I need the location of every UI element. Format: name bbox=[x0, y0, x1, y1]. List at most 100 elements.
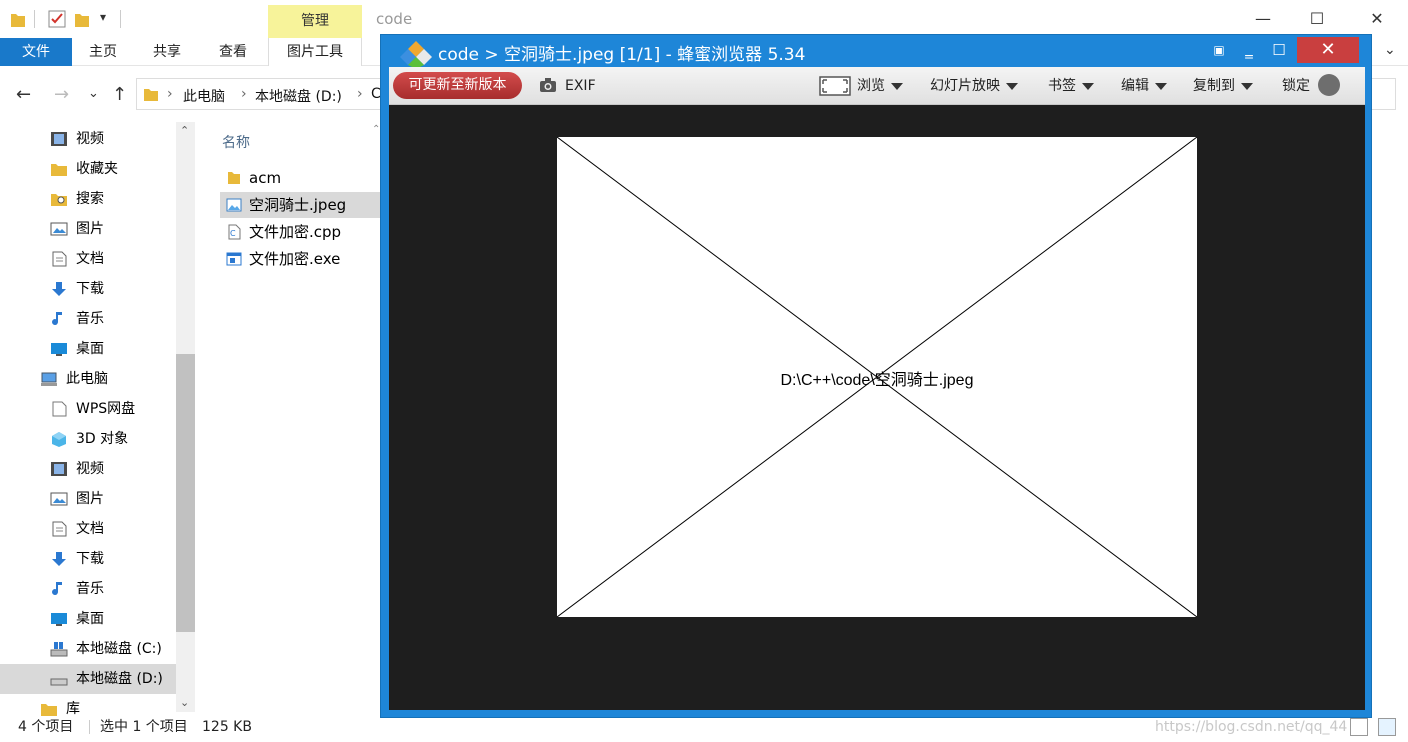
item-count: 4 个项目 bbox=[18, 719, 74, 735]
edit-menu[interactable]: 编辑 bbox=[1121, 67, 1167, 105]
new-folder-icon[interactable] bbox=[74, 10, 90, 28]
nav-item-16[interactable]: 音乐 bbox=[0, 574, 176, 604]
file-name: acm bbox=[249, 169, 282, 187]
exe-file-icon bbox=[226, 252, 242, 266]
navigation-pane: 视频 收藏夹 搜索 图片 文档 下载 音乐 桌面 此电脑 WPS网盘 3D 对象 视频 图片 文档 下载 音乐… bbox=[0, 122, 196, 717]
forward-arrow-icon[interactable]: → bbox=[54, 84, 69, 105]
video-icon bbox=[51, 462, 67, 476]
nav-item-label: 文档 bbox=[76, 521, 104, 537]
nav-item-label: 桌面 bbox=[76, 341, 104, 357]
nav-item-9[interactable]: 此电脑 bbox=[0, 364, 176, 394]
folder-icon bbox=[228, 172, 240, 184]
breadcrumb-chevron-icon[interactable]: › bbox=[357, 86, 363, 102]
tab-share[interactable]: 共享 bbox=[144, 38, 190, 66]
computer-icon bbox=[41, 372, 57, 386]
nav-item-label: 图片 bbox=[76, 221, 104, 237]
browse-menu[interactable]: 浏览 bbox=[857, 67, 903, 105]
nav-item-11[interactable]: 3D 对象 bbox=[0, 424, 176, 454]
download-icon bbox=[52, 282, 66, 296]
scroll-down-icon[interactable]: ⌄ bbox=[180, 696, 189, 709]
nav-item-2[interactable]: 收藏夹 bbox=[0, 154, 176, 184]
scroll-up-icon[interactable]: ⌃ bbox=[180, 124, 189, 137]
viewer-maximize-button[interactable]: ☐ bbox=[1261, 37, 1297, 63]
nav-item-6[interactable]: 下载 bbox=[0, 274, 176, 304]
minimize-button[interactable]: — bbox=[1240, 6, 1286, 32]
details-view-icon[interactable] bbox=[1350, 718, 1368, 736]
copy-to-menu[interactable]: 复制到 bbox=[1193, 67, 1253, 105]
folder-icon bbox=[11, 14, 25, 27]
nav-item-19[interactable]: 本地磁盘 (D:) bbox=[0, 664, 176, 694]
file-row[interactable]: C 文件加密.cpp bbox=[220, 219, 382, 245]
broken-image-placeholder: D:\C++\code\空洞骑士.jpeg bbox=[557, 137, 1197, 617]
file-row[interactable]: acm bbox=[220, 165, 382, 191]
up-arrow-icon[interactable]: ↑ bbox=[112, 84, 127, 105]
breadcrumb-chevron-icon[interactable]: › bbox=[167, 86, 173, 102]
recent-chevron-icon[interactable]: ⌄ bbox=[88, 86, 99, 101]
dropdown-caret-icon bbox=[1155, 82, 1167, 90]
address-bar[interactable]: › 此电脑 › 本地磁盘 (D:) › C bbox=[136, 78, 396, 110]
file-row[interactable]: 文件加密.exe bbox=[220, 246, 382, 272]
3d-objects-icon bbox=[52, 432, 66, 447]
documents-icon bbox=[52, 251, 67, 267]
viewer-close-button[interactable]: ✕ bbox=[1297, 37, 1359, 63]
file-name: 文件加密.exe bbox=[249, 250, 341, 268]
nav-item-18[interactable]: 本地磁盘 (C:) bbox=[0, 634, 176, 664]
nav-item-7[interactable]: 音乐 bbox=[0, 304, 176, 334]
tab-picture-tools[interactable]: 图片工具 bbox=[268, 38, 362, 66]
slideshow-menu[interactable]: 幻灯片放映 bbox=[930, 67, 1018, 105]
back-arrow-icon[interactable]: ← bbox=[16, 84, 31, 105]
nav-item-4[interactable]: 图片 bbox=[0, 214, 176, 244]
nav-item-13[interactable]: 图片 bbox=[0, 484, 176, 514]
lock-toggle[interactable] bbox=[1318, 74, 1340, 96]
nav-item-5[interactable]: 文档 bbox=[0, 244, 176, 274]
camera-icon[interactable] bbox=[539, 77, 557, 93]
nav-item-1[interactable]: 视频 bbox=[0, 124, 176, 154]
breadcrumb-drive-d[interactable]: 本地磁盘 (D:) bbox=[255, 86, 342, 106]
drive-d-icon bbox=[50, 678, 68, 686]
manage-tab[interactable]: 管理 bbox=[268, 5, 362, 38]
folder-icon bbox=[144, 89, 158, 101]
update-button[interactable]: 可更新至新版本 bbox=[393, 72, 522, 99]
slideshow-label: 幻灯片放映 bbox=[930, 78, 1000, 94]
nav-item-label: 3D 对象 bbox=[76, 431, 129, 447]
exif-button[interactable]: EXIF bbox=[565, 67, 596, 105]
nav-scrollbar-thumb[interactable] bbox=[176, 354, 195, 632]
pictures-icon bbox=[50, 222, 68, 236]
quick-access-dropdown-icon[interactable]: ▾ bbox=[100, 10, 106, 24]
viewer-title-bar: code > 空洞骑士.jpeg [1/1] - 蜂蜜浏览器 5.34 ▣ ‗ … bbox=[381, 35, 1371, 69]
nav-item-label: 文档 bbox=[76, 251, 104, 267]
nav-item-14[interactable]: 文档 bbox=[0, 514, 176, 544]
tab-view[interactable]: 查看 bbox=[210, 38, 256, 66]
nav-item-8[interactable]: 桌面 bbox=[0, 334, 176, 364]
viewer-toolbar: 可更新至新版本 EXIF 浏览 幻灯片放映 书签 编辑 复制到 锁定 bbox=[389, 67, 1365, 105]
nav-item-15[interactable]: 下载 bbox=[0, 544, 176, 574]
nav-item-3[interactable]: 搜索 bbox=[0, 184, 176, 214]
maximize-button[interactable]: ☐ bbox=[1294, 6, 1340, 32]
bookmarks-menu[interactable]: 书签 bbox=[1048, 67, 1094, 105]
nav-item-label: 下载 bbox=[76, 281, 104, 297]
column-header-name[interactable]: 名称 bbox=[222, 132, 250, 152]
tab-file[interactable]: 文件 bbox=[0, 38, 72, 66]
nav-item-label: 音乐 bbox=[76, 581, 104, 597]
nav-item-label: 本地磁盘 (C:) bbox=[76, 641, 162, 657]
large-icons-view-icon[interactable] bbox=[1378, 718, 1396, 736]
dropdown-caret-icon bbox=[1006, 82, 1018, 90]
nav-item-17[interactable]: 桌面 bbox=[0, 604, 176, 634]
fit-to-window-icon[interactable] bbox=[819, 76, 851, 96]
music-icon bbox=[52, 312, 62, 326]
nav-item-12[interactable]: 视频 bbox=[0, 454, 176, 484]
properties-icon[interactable] bbox=[48, 10, 66, 28]
selected-size: 125 KB bbox=[202, 719, 252, 735]
search-folder-icon bbox=[51, 194, 67, 206]
nav-item-label: 图片 bbox=[76, 491, 104, 507]
tab-home[interactable]: 主页 bbox=[80, 38, 126, 66]
expand-ribbon-icon[interactable]: ⌄ bbox=[1384, 42, 1396, 58]
music-icon bbox=[52, 582, 62, 596]
breadcrumb-this-pc[interactable]: 此电脑 bbox=[183, 86, 225, 106]
breadcrumb-chevron-icon[interactable]: › bbox=[241, 86, 247, 102]
close-button[interactable]: ✕ bbox=[1354, 6, 1400, 32]
file-row[interactable]: 空洞骑士.jpeg bbox=[220, 192, 382, 218]
nav-item-label: 视频 bbox=[76, 461, 104, 477]
favorites-folder-icon bbox=[51, 164, 67, 176]
nav-item-10[interactable]: WPS网盘 bbox=[0, 394, 176, 424]
